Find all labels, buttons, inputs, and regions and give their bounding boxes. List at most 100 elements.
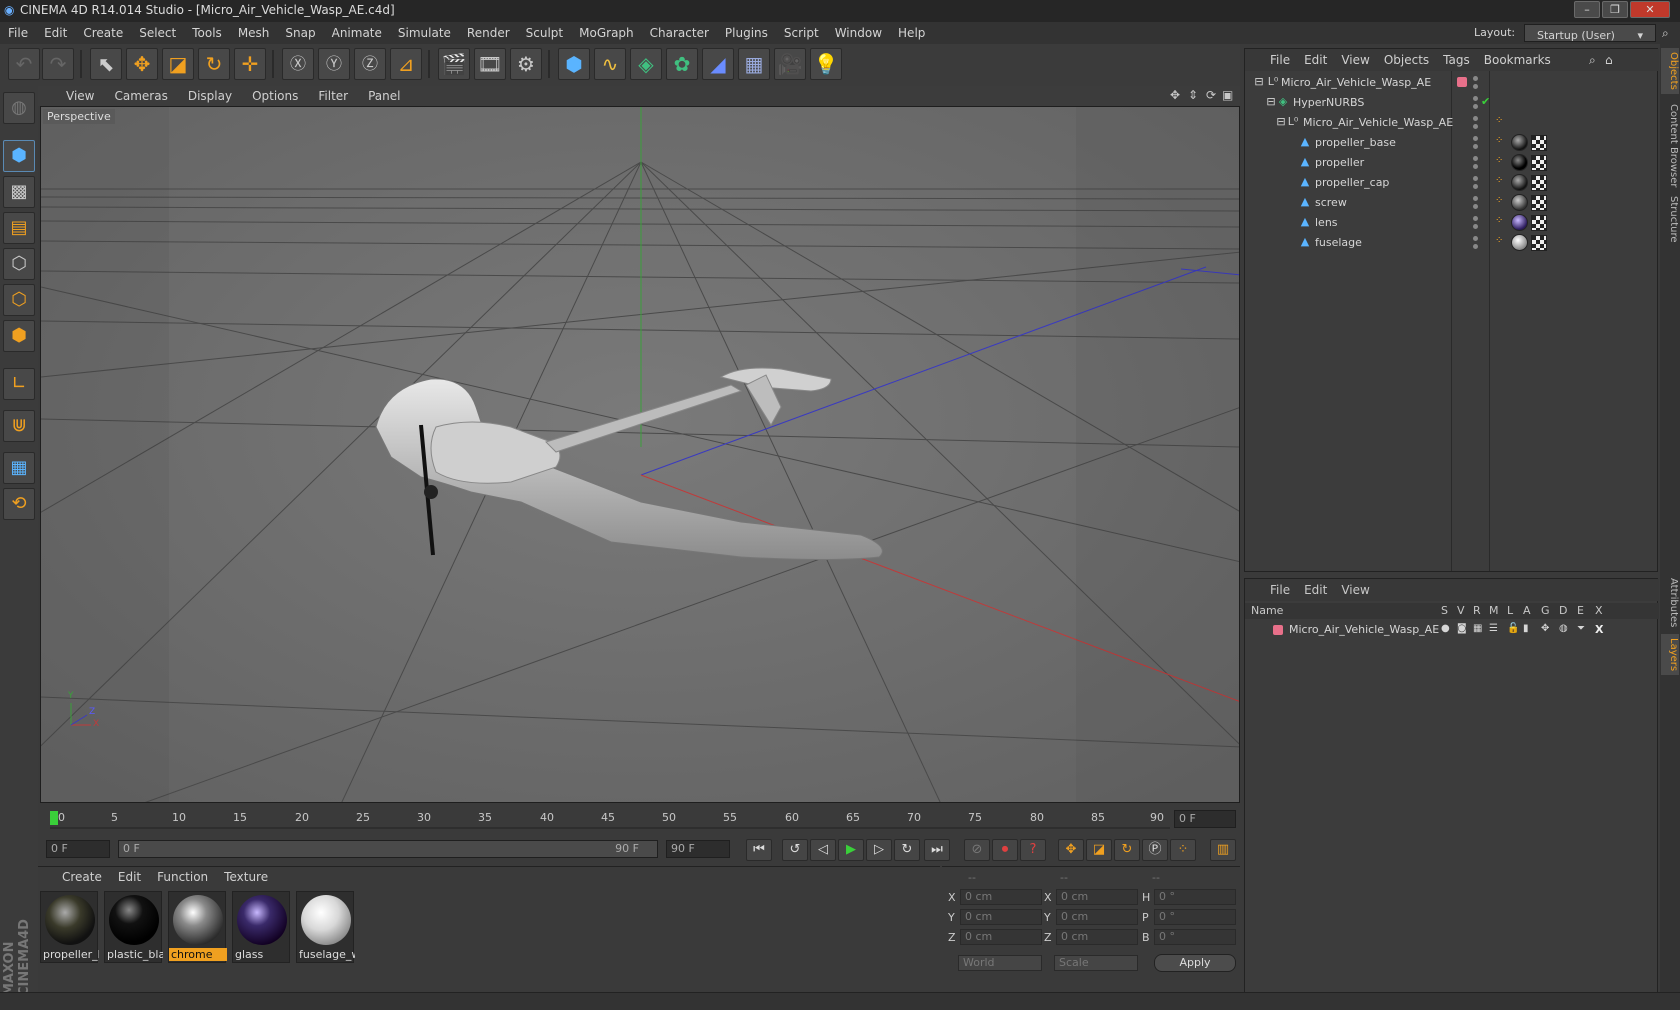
visibility-dot[interactable] (1473, 236, 1478, 241)
spline-button[interactable]: ∿ (594, 48, 626, 80)
position-z-field[interactable]: 0 cm (960, 929, 1042, 945)
coordinate-system-button[interactable]: ⊿ (390, 48, 422, 80)
magnet-tool-button[interactable]: ⋓ (3, 410, 35, 442)
menu-edit[interactable]: Edit (36, 22, 75, 44)
uvw-tag-icon[interactable] (1531, 135, 1547, 151)
menu-help[interactable]: Help (890, 22, 933, 44)
playhead[interactable] (50, 811, 58, 825)
locked-workplane-button[interactable]: ▦ (3, 452, 35, 484)
visibility-dot[interactable] (1473, 96, 1478, 101)
frame-range-slider[interactable]: 0 F 90 F (118, 840, 658, 858)
object-row[interactable]: ▲ screw ⁘ (1245, 193, 1659, 213)
column-name[interactable]: Name (1251, 604, 1283, 617)
uvw-tag-icon[interactable] (1531, 235, 1547, 251)
timeline-ruler[interactable]: 0 5 10 15 20 25 30 35 40 45 50 55 60 65 … (38, 805, 1240, 833)
object-row[interactable]: ▲ propeller ⁘ (1245, 153, 1659, 173)
render-dot[interactable] (1473, 84, 1478, 89)
animation-toggle-icon[interactable]: ▮ (1523, 623, 1529, 634)
object-row[interactable]: ⊟ L⁰ Micro_Air_Vehicle_Wasp_AE ⁘ (1245, 113, 1659, 133)
minimize-button[interactable]: – (1574, 1, 1600, 18)
object-row[interactable]: ▲ lens ⁘ (1245, 213, 1659, 233)
xref-toggle-icon[interactable]: X (1595, 623, 1603, 636)
visibility-dot[interactable] (1473, 156, 1478, 161)
uvw-tag-icon[interactable] (1531, 175, 1547, 191)
rotation-p-field[interactable]: 0 ° (1154, 909, 1236, 925)
viewport-menu-view[interactable]: View (56, 86, 104, 106)
render-dot[interactable] (1473, 104, 1478, 109)
key-rotation-button[interactable]: ↻ (1114, 839, 1140, 861)
cube-object-button[interactable]: ⬢ (558, 48, 590, 80)
render-view-button[interactable]: 🎬 (438, 48, 470, 80)
viewport-menu-display[interactable]: Display (178, 86, 242, 106)
phong-tag-icon[interactable]: ⁘ (1495, 135, 1503, 146)
record-keys-button[interactable]: ⊘ (964, 839, 990, 861)
uvw-tag-icon[interactable] (1531, 215, 1547, 231)
key-scale-button[interactable]: ◪ (1086, 839, 1112, 861)
tab-content-browser[interactable]: Content Browser (1661, 100, 1679, 191)
visibility-dot[interactable] (1473, 216, 1478, 221)
render-dot[interactable] (1473, 124, 1478, 129)
visibility-dot[interactable] (1473, 116, 1478, 121)
phong-tag-icon[interactable]: ⁘ (1495, 115, 1503, 126)
object-row[interactable]: ▲ fuselage ⁘ (1245, 233, 1659, 253)
enabled-check-icon[interactable]: ✔ (1481, 95, 1490, 108)
layer-row[interactable]: Micro_Air_Vehicle_Wasp_AE ● ◙ ▦ ☰ 🔓 ▮ ✥ … (1245, 621, 1659, 641)
column-animation[interactable]: A (1523, 604, 1531, 617)
move-tool-button[interactable]: ✥ (126, 48, 158, 80)
position-x-field[interactable]: 0 cm (960, 889, 1042, 905)
menu-window[interactable]: Window (827, 22, 890, 44)
go-to-start-button[interactable]: ⏮ (746, 839, 772, 861)
layout-select[interactable]: Startup (User) ▾ (1524, 24, 1656, 42)
column-xref[interactable]: X (1595, 604, 1603, 617)
coordinate-space-select[interactable]: World (958, 955, 1042, 971)
make-editable-button[interactable]: ◍ (3, 92, 35, 124)
expression-toggle-icon[interactable]: ⏷ (1577, 623, 1585, 634)
lock-toggle-icon[interactable]: 🔓 (1507, 623, 1519, 634)
orbit-view-icon[interactable]: ⟳ (1206, 88, 1216, 102)
y-axis-lock-button[interactable]: Ⓨ (318, 48, 350, 80)
collapse-icon[interactable]: ⊟ (1253, 76, 1265, 88)
deformer-toggle-icon[interactable]: ◍ (1559, 623, 1568, 634)
workplane-mode-button[interactable]: ▤ (3, 212, 35, 244)
nurbs-button[interactable]: ◈ (630, 48, 662, 80)
search-icon[interactable]: ⌕ (1589, 49, 1596, 71)
menu-file[interactable]: File (0, 22, 36, 44)
x-axis-lock-button[interactable]: Ⓧ (282, 48, 314, 80)
menu-mesh[interactable]: Mesh (230, 22, 278, 44)
z-axis-lock-button[interactable]: Ⓩ (354, 48, 386, 80)
column-expressions[interactable]: E (1577, 604, 1584, 617)
layer-menu-edit[interactable]: Edit (1297, 579, 1334, 601)
planar-workplane-button[interactable]: ⟲ (3, 488, 35, 520)
texture-mode-button[interactable]: ▩ (3, 176, 35, 208)
position-y-field[interactable]: 0 cm (960, 909, 1042, 925)
camera-button[interactable]: 🎥 (774, 48, 806, 80)
go-to-end-button[interactable]: ⏭ (924, 839, 950, 861)
close-button[interactable]: ✕ (1630, 1, 1670, 18)
start-frame-field[interactable]: 0 F (46, 840, 110, 858)
menu-create[interactable]: Create (75, 22, 131, 44)
timeline-window-button[interactable]: ▥ (1210, 839, 1236, 861)
timeline-track[interactable]: 0 5 10 15 20 25 30 35 40 45 50 55 60 65 … (50, 809, 1170, 829)
autokey-button[interactable]: ⏺ (992, 839, 1018, 861)
menu-render[interactable]: Render (459, 22, 518, 44)
layer-menu-file[interactable]: File (1263, 579, 1297, 601)
home-icon[interactable]: ⌂ (1605, 49, 1613, 71)
previous-key-button[interactable]: ↺ (782, 839, 808, 861)
redo-button[interactable]: ↷ (42, 48, 74, 80)
obj-menu-edit[interactable]: Edit (1297, 49, 1334, 71)
maximize-button[interactable]: ❐ (1602, 1, 1628, 18)
object-row[interactable]: ▲ propeller_cap ⁘ (1245, 173, 1659, 193)
render-dot[interactable] (1473, 204, 1478, 209)
coordinate-mode-select[interactable]: Scale (1054, 955, 1138, 971)
live-selection-button[interactable]: ✛ (234, 48, 266, 80)
generator-toggle-icon[interactable]: ✥ (1541, 623, 1549, 634)
collapse-icon[interactable]: ⊟ (1275, 116, 1287, 128)
phong-tag-icon[interactable]: ⁘ (1495, 175, 1503, 186)
menu-script[interactable]: Script (776, 22, 827, 44)
phong-tag-icon[interactable]: ⁘ (1495, 235, 1503, 246)
manager-toggle-icon[interactable]: ☰ (1489, 623, 1498, 634)
search-icon[interactable]: ⌕ (1662, 22, 1669, 44)
uvw-tag-icon[interactable] (1531, 155, 1547, 171)
visibility-dot[interactable] (1473, 136, 1478, 141)
polygons-mode-button[interactable]: ⬢ (3, 320, 35, 352)
